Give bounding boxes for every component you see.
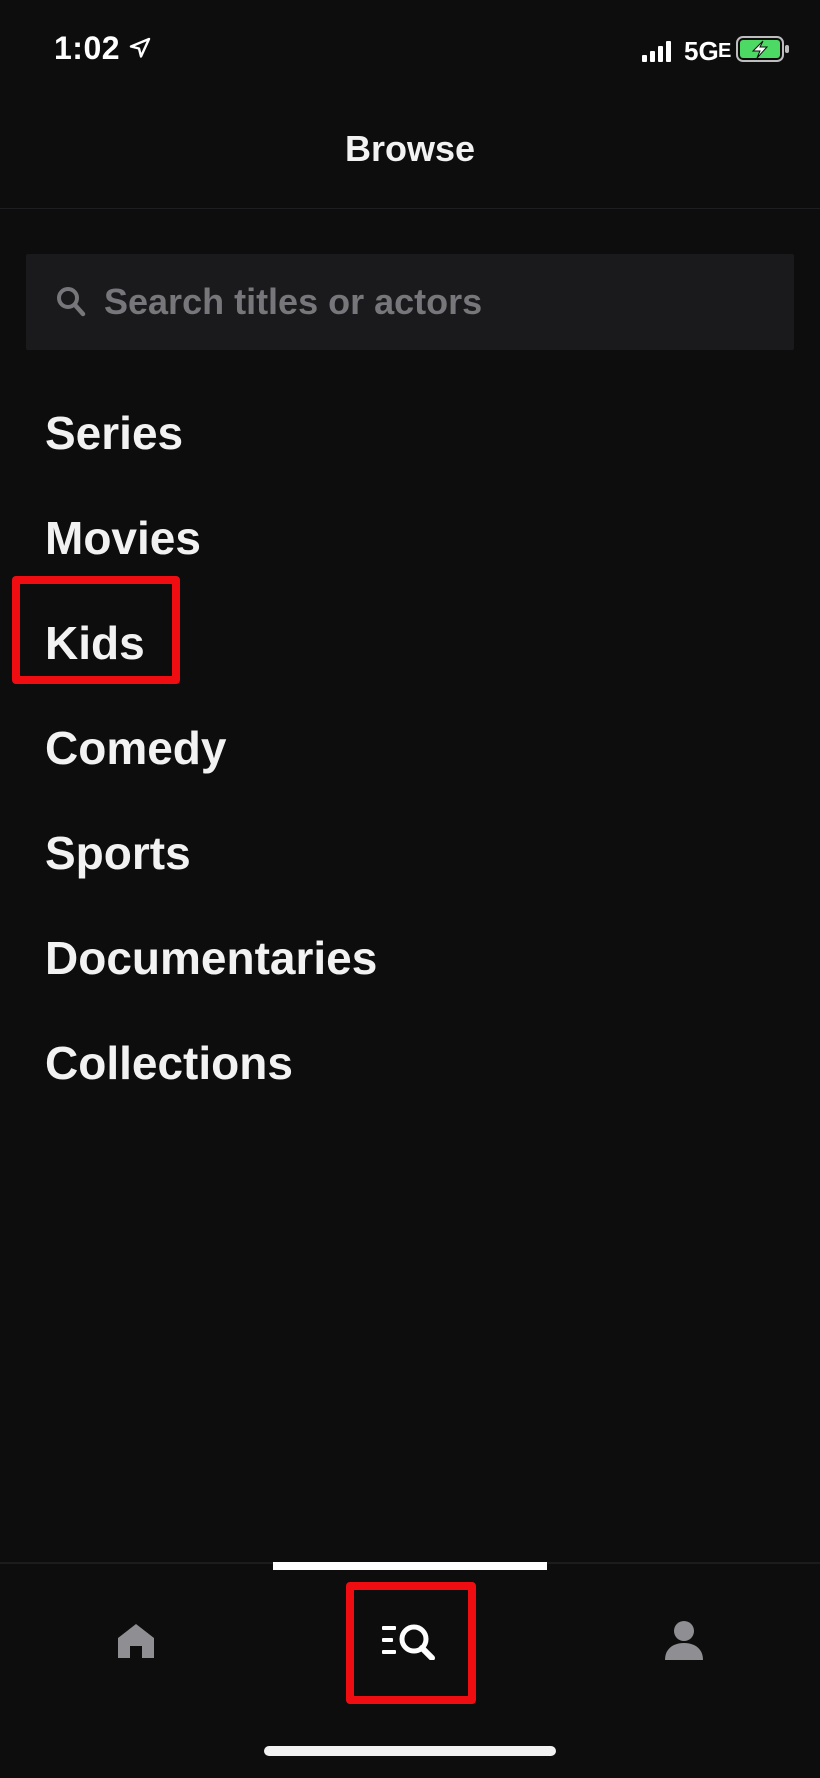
category-item-movies[interactable]: Movies: [0, 485, 820, 590]
category-item-comedy[interactable]: Comedy: [0, 695, 820, 800]
category-label: Documentaries: [45, 931, 378, 984]
category-item-collections[interactable]: Collections: [0, 1010, 820, 1115]
category-label: Movies: [45, 511, 201, 564]
highlight-box-kids: [12, 576, 180, 684]
search-input[interactable]: [104, 254, 764, 350]
category-list: Series Movies Kids Comedy Sports Documen…: [0, 380, 820, 1115]
home-icon: [118, 1624, 154, 1658]
active-tab-indicator: [273, 1562, 547, 1570]
tab-home[interactable]: [76, 1590, 196, 1690]
category-label: Sports: [45, 826, 191, 879]
battery-charging-icon: [736, 36, 789, 62]
header: Browse: [0, 100, 820, 209]
profile-icon: [665, 1621, 703, 1660]
network-type: 5G: [684, 36, 719, 66]
search-icon: [57, 287, 86, 317]
page-title: Browse: [344, 128, 476, 169]
status-time: 1:02: [54, 30, 121, 66]
tab-profile[interactable]: [624, 1590, 744, 1690]
category-label: Comedy: [45, 721, 227, 774]
cellular-signal-icon: [642, 41, 671, 62]
location-arrow-icon: [129, 37, 151, 58]
category-label: Series: [45, 406, 184, 459]
home-indicator[interactable]: [264, 1746, 556, 1756]
status-bar: 1:02 5G E: [0, 0, 820, 100]
category-item-documentaries[interactable]: Documentaries: [0, 905, 820, 1010]
search-bar[interactable]: [26, 254, 794, 350]
category-item-sports[interactable]: Sports: [0, 800, 820, 905]
network-type-suffix: E: [718, 40, 732, 62]
highlight-box-browse-tab: [346, 1582, 476, 1704]
category-item-series[interactable]: Series: [0, 380, 820, 485]
category-label: Collections: [45, 1036, 293, 1089]
